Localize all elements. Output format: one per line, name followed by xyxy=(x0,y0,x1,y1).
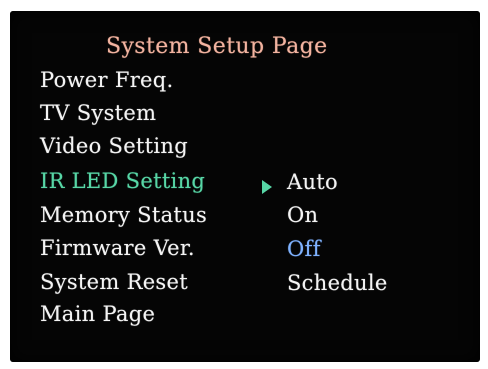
osd-screen: System Setup Page Power Freq. TV System … xyxy=(10,11,480,362)
option-on[interactable]: On xyxy=(287,202,318,228)
menu-item-system-reset[interactable]: System Reset xyxy=(40,269,188,295)
menu-item-memory-status[interactable]: Memory Status xyxy=(40,202,207,228)
page-title: System Setup Page xyxy=(106,34,328,59)
menu-item-video-setting[interactable]: Video Setting xyxy=(40,133,188,159)
menu-item-tv-system[interactable]: TV System xyxy=(40,100,156,126)
option-schedule[interactable]: Schedule xyxy=(287,270,388,296)
menu-item-power-freq[interactable]: Power Freq. xyxy=(40,67,174,93)
option-off[interactable]: Off xyxy=(287,236,321,262)
right-triangle-icon xyxy=(262,180,272,194)
menu-item-ir-led-setting[interactable]: IR LED Setting xyxy=(40,168,205,194)
menu-item-main-page[interactable]: Main Page xyxy=(40,301,155,327)
option-auto[interactable]: Auto xyxy=(287,169,338,195)
menu-item-firmware-ver[interactable]: Firmware Ver. xyxy=(40,235,195,261)
